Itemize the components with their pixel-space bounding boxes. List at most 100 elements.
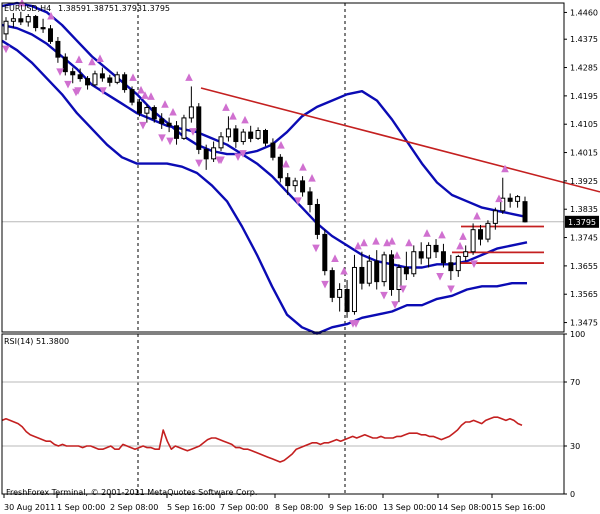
candle-body xyxy=(292,180,298,187)
price-tick-label: 1.4460 xyxy=(570,8,598,17)
candle-body xyxy=(411,251,417,275)
time-tick-label: 13 Sep 00:00 xyxy=(383,503,436,512)
candle-body xyxy=(463,251,469,257)
price-tick-label: 1.4195 xyxy=(570,92,598,101)
candle-body xyxy=(136,101,142,114)
candle-body xyxy=(99,73,105,79)
candle-body xyxy=(181,117,187,139)
candle-body xyxy=(40,27,46,30)
candle-body xyxy=(285,177,291,187)
candle-body xyxy=(233,128,239,143)
candle-body xyxy=(196,106,202,150)
rsi-tick-label: 30 xyxy=(570,442,580,451)
time-tick-label: 15 Sep 16:00 xyxy=(492,503,545,512)
rsi-tick-label: 100 xyxy=(570,330,585,339)
candle-body xyxy=(374,260,380,283)
candle-body xyxy=(522,201,528,223)
rsi-title: RSI(14) 51.3800 xyxy=(4,337,69,346)
candle-body xyxy=(218,136,224,149)
candle-body xyxy=(426,244,432,259)
price-chart: EURUSD,H4 1.3859 1.3875 1.3793 1.3795 RS… xyxy=(0,0,600,514)
chart-title: EURUSD,H4 xyxy=(4,4,51,13)
price-tick-label: 1.4375 xyxy=(570,35,598,44)
candle-body xyxy=(240,131,246,143)
price-tick-label: 1.3925 xyxy=(570,177,598,186)
candle-body xyxy=(18,18,24,23)
candle-body xyxy=(478,229,484,240)
candle-body xyxy=(270,142,276,158)
time-tick-label: 8 Sep 08:00 xyxy=(275,503,323,512)
candle-body xyxy=(337,288,343,298)
candle-body xyxy=(448,262,454,272)
candle-body xyxy=(25,16,31,23)
price-tick-label: 1.4285 xyxy=(570,64,598,73)
time-tick-label: 5 Sep 16:00 xyxy=(167,503,215,512)
candle-body xyxy=(144,107,150,114)
candle-body xyxy=(322,233,328,272)
candle-body xyxy=(211,147,217,160)
candle-body xyxy=(403,266,409,275)
candle-body xyxy=(470,229,476,253)
candle-body xyxy=(263,130,268,144)
candle-body xyxy=(381,254,387,283)
price-tick-label: 1.3835 xyxy=(570,205,598,214)
candle-body xyxy=(10,18,16,22)
candle-body xyxy=(344,288,350,313)
time-tick-label: 9 Sep 16:00 xyxy=(329,503,377,512)
candle-body xyxy=(314,203,320,235)
candle-body xyxy=(418,251,424,259)
ohlc-high: 1.3875 xyxy=(86,4,114,13)
time-tick-label: 7 Sep 00:00 xyxy=(220,503,268,512)
candle-body xyxy=(166,122,172,127)
candle-body xyxy=(440,251,446,264)
candle-body xyxy=(55,40,61,58)
price-tick-label: 1.3745 xyxy=(570,234,598,243)
candle-body xyxy=(159,118,165,124)
candle-body xyxy=(129,89,135,103)
price-tick-label: 1.3565 xyxy=(570,290,598,299)
candle-body xyxy=(351,266,357,313)
candle-body xyxy=(455,255,461,272)
candle-body xyxy=(359,266,365,284)
time-tick-label: 1 Sep 00:00 xyxy=(57,503,105,512)
candle-body xyxy=(47,28,53,42)
candle-body xyxy=(33,16,39,29)
candle-body xyxy=(433,244,439,253)
canvas-background xyxy=(0,0,600,514)
candle-body xyxy=(329,270,335,298)
candle-body xyxy=(485,222,491,240)
candle-body xyxy=(255,130,261,139)
rsi-tick-label: 0 xyxy=(570,490,575,499)
candle-body xyxy=(62,56,68,73)
candle-body xyxy=(77,74,83,80)
candle-body xyxy=(515,196,521,202)
candle-body xyxy=(300,180,306,193)
ohlc-low: 1.3793 xyxy=(114,4,142,13)
time-tick-label: 14 Sep 08:00 xyxy=(438,503,491,512)
candle-body xyxy=(248,131,254,139)
candle-body xyxy=(3,20,9,35)
candle-body xyxy=(70,71,76,76)
price-tick-label: 1.3475 xyxy=(570,319,598,328)
candle-body xyxy=(366,260,372,284)
candle-body xyxy=(92,73,98,86)
price-tick-label: 1.3655 xyxy=(570,262,598,271)
candle-body xyxy=(277,156,283,179)
current-price-label: 1.3795 xyxy=(568,218,596,227)
price-tick-label: 1.4105 xyxy=(570,120,598,129)
candle-body xyxy=(203,148,209,160)
candle-body xyxy=(151,107,157,120)
candle-body xyxy=(188,106,194,119)
ohlc-open: 1.3859 xyxy=(58,4,86,13)
time-tick-label: 2 Sep 08:00 xyxy=(110,503,158,512)
price-tick-label: 1.4015 xyxy=(570,149,598,158)
candle-body xyxy=(174,125,180,139)
candle-body xyxy=(492,210,498,224)
candle-body xyxy=(307,191,313,205)
rsi-tick-label: 70 xyxy=(570,378,580,387)
time-tick-label: 30 Aug 2011 xyxy=(4,503,55,512)
candle-body xyxy=(114,74,120,83)
candle-body xyxy=(389,254,395,290)
candle-body xyxy=(225,128,231,138)
candle-body xyxy=(507,197,513,202)
